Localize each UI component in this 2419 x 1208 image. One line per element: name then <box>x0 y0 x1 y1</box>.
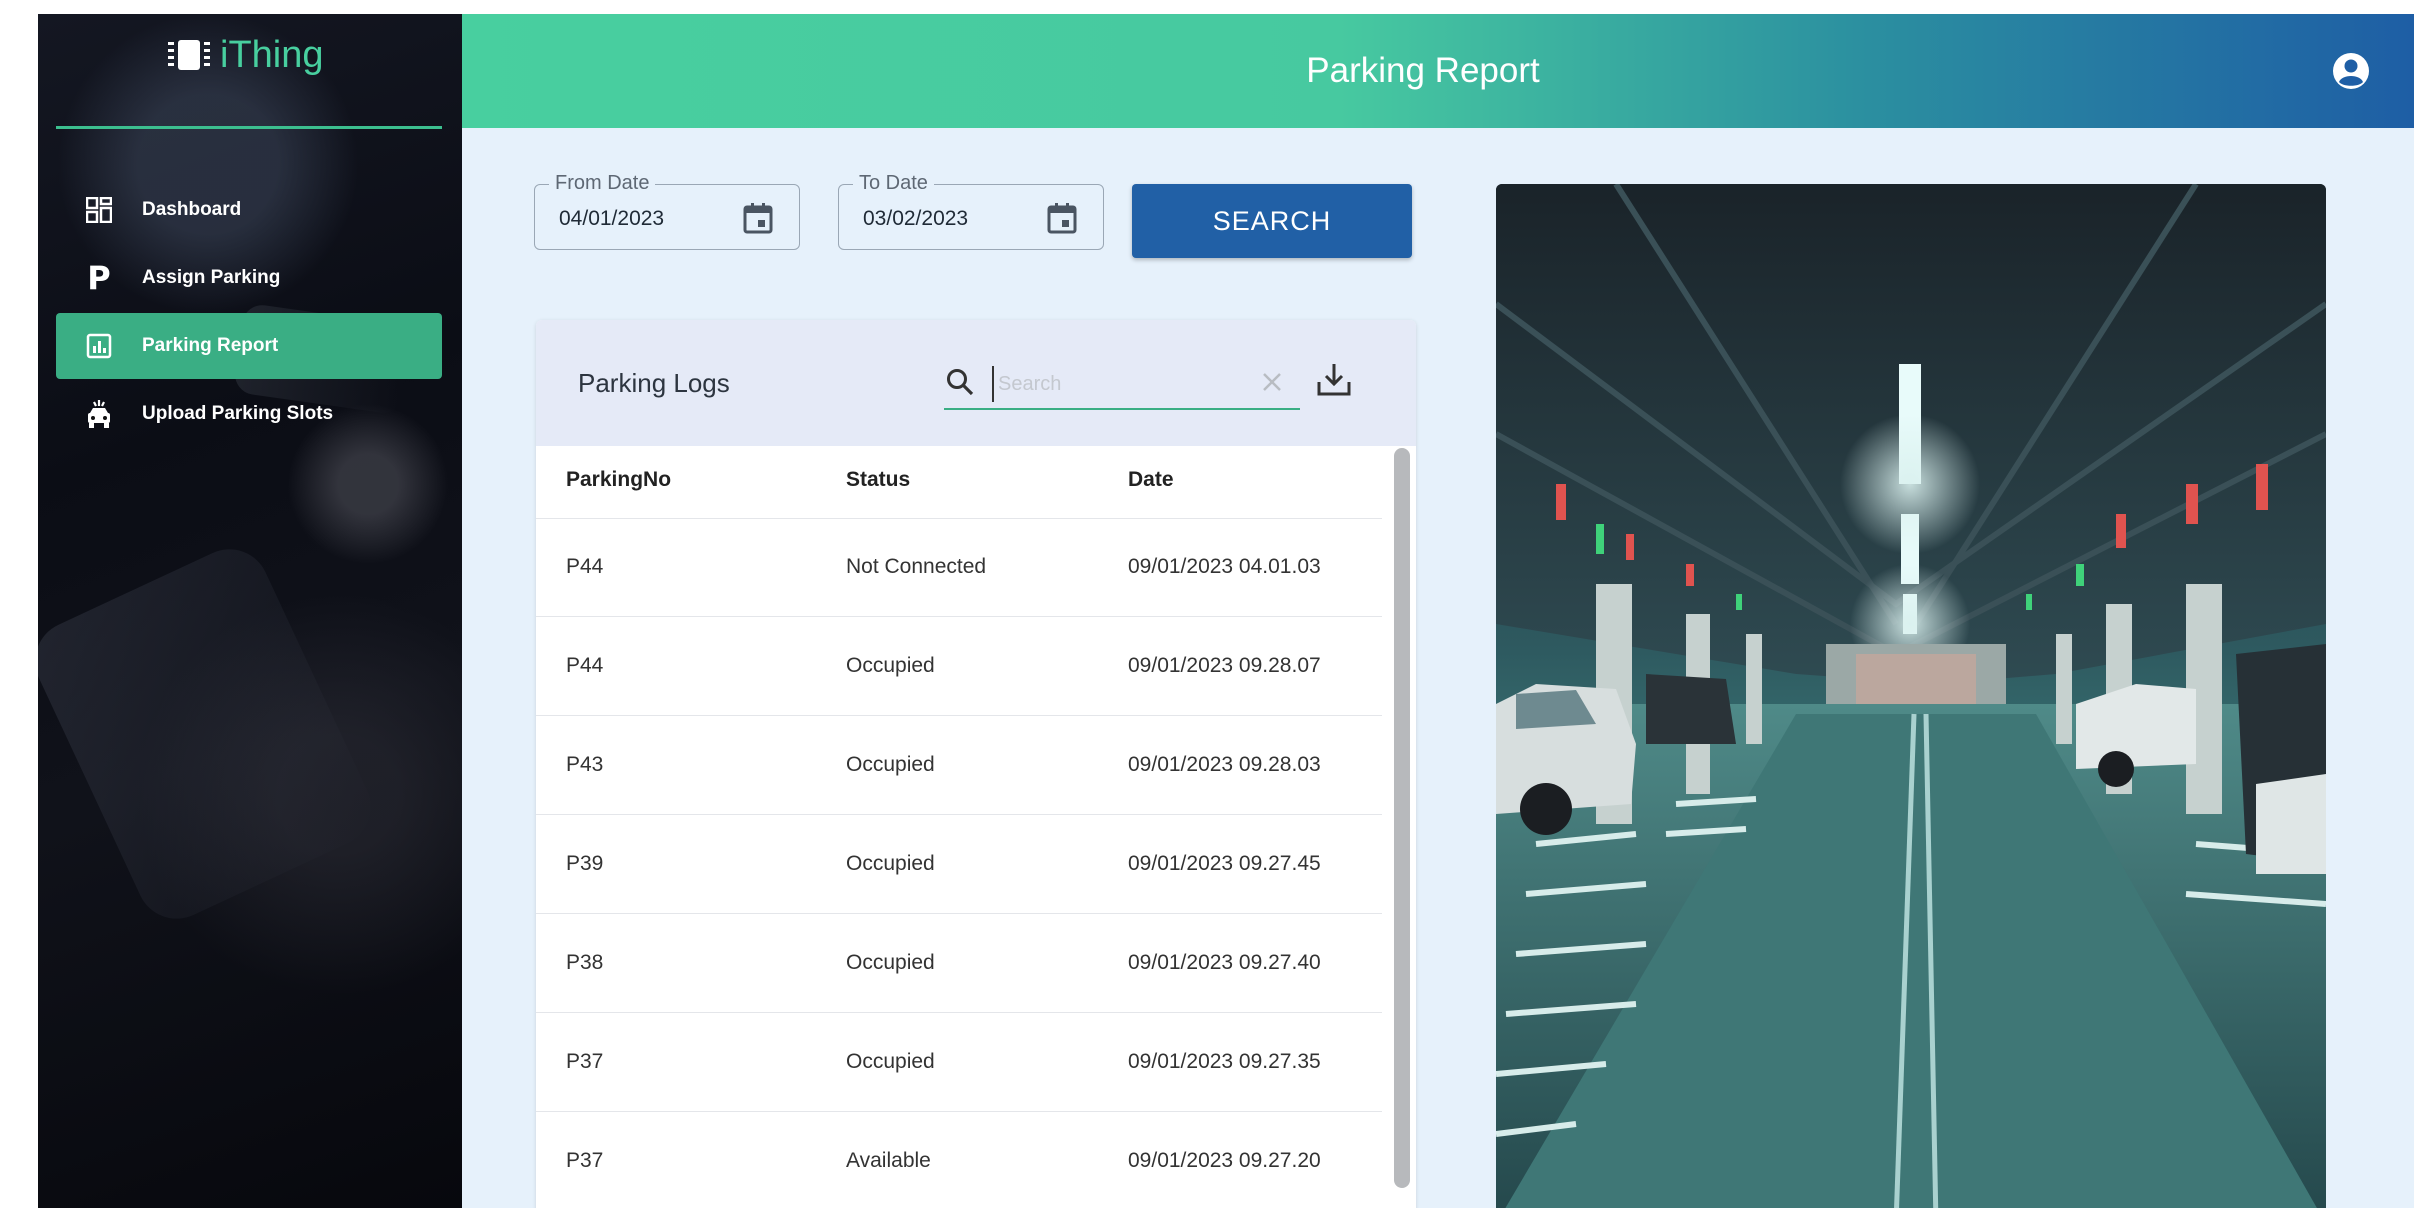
from-date-field[interactable]: From Date 04/01/2023 <box>534 172 800 250</box>
app-logo[interactable]: iThing <box>168 28 324 82</box>
cell-parkingno: P44 <box>566 654 604 677</box>
table-search <box>944 360 1300 410</box>
table-row[interactable]: P38 Occupied 09/01/2023 09.27.40 <box>536 914 1382 1013</box>
table-scrollbar[interactable] <box>1394 448 1410 1188</box>
cell-status: Occupied <box>846 753 935 776</box>
to-date-label: To Date <box>853 172 934 195</box>
car-upload-icon <box>84 399 114 429</box>
sidebar-item-label: Assign Parking <box>142 267 281 288</box>
sidebar: iThing Dashboard P Assign Parking Parkin… <box>38 14 462 1208</box>
dashboard-icon <box>84 195 114 225</box>
table-row[interactable]: P44 Occupied 09/01/2023 09.28.07 <box>536 617 1382 716</box>
cell-status: Not Connected <box>846 555 987 578</box>
cell-parkingno: P37 <box>566 1050 604 1073</box>
cell-date: 09/01/2023 09.27.35 <box>1128 1050 1321 1073</box>
table-toolbar: Parking Logs <box>536 320 1416 446</box>
cell-parkingno: P39 <box>566 852 604 875</box>
cell-date: 09/01/2023 09.27.40 <box>1128 951 1321 974</box>
app-logo-text: iThing <box>220 33 324 76</box>
search-input[interactable] <box>992 366 1240 402</box>
table-body: P44 Not Connected 09/01/2023 04.01.03 P4… <box>536 518 1382 1208</box>
sidebar-item-parking-report[interactable]: Parking Report <box>56 313 442 379</box>
sidebar-nav: Dashboard P Assign Parking Parking Repor… <box>56 177 442 449</box>
chip-icon <box>168 34 210 76</box>
sidebar-item-label: Parking Report <box>142 335 279 356</box>
sidebar-item-label: Upload Parking Slots <box>142 403 334 424</box>
cell-status: Occupied <box>846 852 935 875</box>
cell-date: 09/01/2023 09.28.03 <box>1128 753 1321 776</box>
table-title: Parking Logs <box>578 368 730 398</box>
top-app-bar: Parking Report <box>462 14 2414 128</box>
sidebar-item-dashboard[interactable]: Dashboard <box>56 177 442 243</box>
table-row[interactable]: P44 Not Connected 09/01/2023 04.01.03 <box>536 518 1382 617</box>
cell-status: Occupied <box>846 951 935 974</box>
calendar-icon[interactable] <box>741 201 775 235</box>
cell-date: 09/01/2023 09.27.20 <box>1128 1149 1321 1172</box>
account-circle-icon[interactable] <box>2332 52 2370 90</box>
cell-date: 09/01/2023 09.28.07 <box>1128 654 1321 677</box>
column-header-parkingno[interactable]: ParkingNo <box>566 468 671 492</box>
from-date-value[interactable]: 04/01/2023 <box>559 207 664 231</box>
sidebar-item-label: Dashboard <box>142 199 242 220</box>
calendar-icon[interactable] <box>1045 201 1079 235</box>
table-row[interactable]: P37 Occupied 09/01/2023 09.27.35 <box>536 1013 1382 1112</box>
download-icon[interactable] <box>1314 360 1354 400</box>
table-header: ParkingNo Status Date <box>536 446 1382 519</box>
sidebar-item-assign-parking[interactable]: P Assign Parking <box>56 245 442 311</box>
sidebar-divider <box>56 126 442 129</box>
from-date-label: From Date <box>549 172 656 195</box>
cell-parkingno: P38 <box>566 951 604 974</box>
column-header-status[interactable]: Status <box>846 468 910 492</box>
app-window: iThing Dashboard P Assign Parking Parkin… <box>38 14 2414 1208</box>
parking-p-icon: P <box>87 259 111 297</box>
cell-date: 09/01/2023 09.27.45 <box>1128 852 1321 875</box>
cell-parkingno: P43 <box>566 753 604 776</box>
to-date-field[interactable]: To Date 03/02/2023 <box>838 172 1104 250</box>
column-header-date[interactable]: Date <box>1128 468 1174 492</box>
parking-garage-image <box>1496 184 2326 1208</box>
cell-parkingno: P44 <box>566 555 604 578</box>
parking-logs-table: Parking Logs ParkingNo Status <box>536 320 1416 1208</box>
cell-status: Occupied <box>846 1050 935 1073</box>
search-icon <box>947 369 974 396</box>
cell-date: 09/01/2023 04.01.03 <box>1128 555 1321 578</box>
search-button[interactable]: SEARCH <box>1132 184 1412 258</box>
cell-status: Occupied <box>846 654 935 677</box>
close-icon[interactable] <box>1258 368 1286 396</box>
report-chart-icon <box>84 331 114 361</box>
cell-parkingno: P37 <box>566 1149 604 1172</box>
table-row[interactable]: P39 Occupied 09/01/2023 09.27.45 <box>536 815 1382 914</box>
cell-status: Available <box>846 1149 931 1172</box>
table-row[interactable]: P37 Available 09/01/2023 09.27.20 <box>536 1112 1382 1208</box>
page-title: Parking Report <box>1306 51 1540 90</box>
sidebar-item-upload-parking-slots[interactable]: Upload Parking Slots <box>56 381 442 447</box>
table-row[interactable]: P43 Occupied 09/01/2023 09.28.03 <box>536 716 1382 815</box>
to-date-value[interactable]: 03/02/2023 <box>863 207 968 231</box>
